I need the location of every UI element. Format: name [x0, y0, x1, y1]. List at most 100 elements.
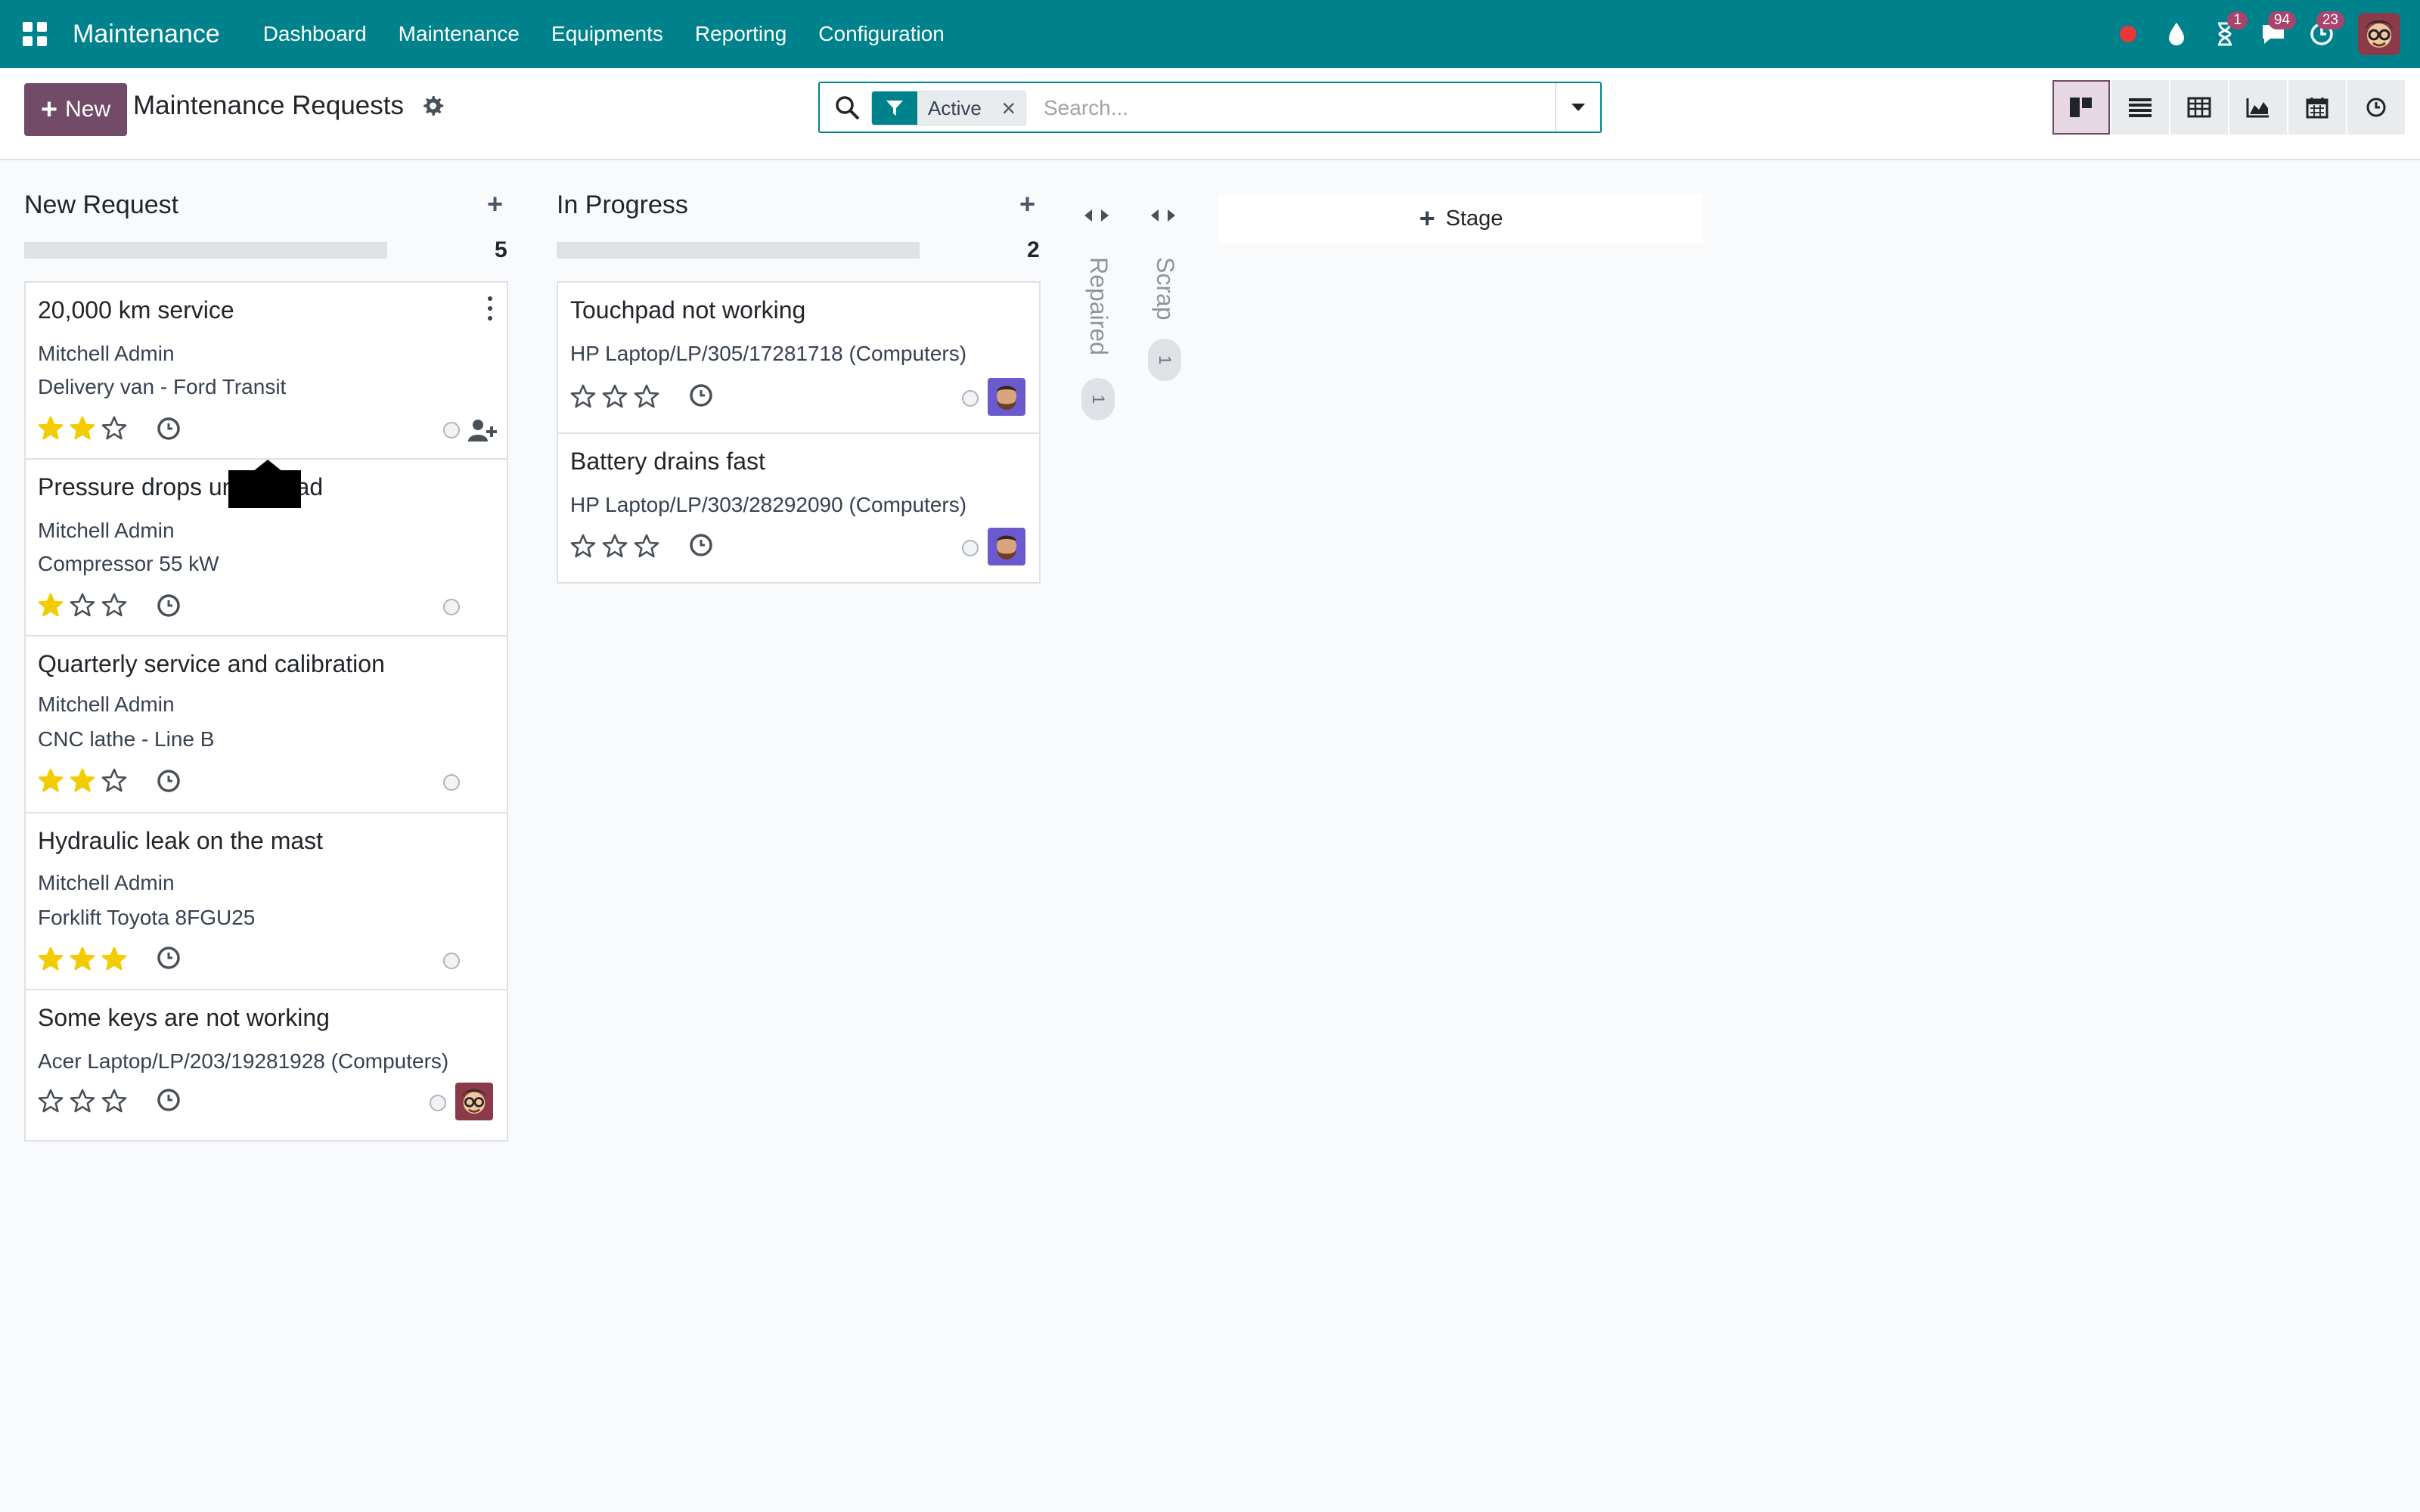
- search-input[interactable]: [1044, 91, 1528, 125]
- column-title[interactable]: In Progress: [557, 191, 688, 220]
- apps-menu-icon[interactable]: [15, 14, 54, 54]
- clock-icon: [2366, 98, 2386, 117]
- star-filled-icon[interactable]: [38, 416, 64, 442]
- search-icon[interactable]: [833, 94, 862, 122]
- new-button-label: New: [65, 97, 111, 122]
- star-empty-icon[interactable]: [70, 1089, 95, 1114]
- card-title: Some keys are not working: [38, 1004, 330, 1031]
- star-filled-icon[interactable]: [38, 768, 64, 794]
- kanban-state-dot[interactable]: [962, 540, 979, 556]
- quick-create-plus-icon[interactable]: +: [487, 191, 503, 218]
- nav-maintenance[interactable]: Maintenance: [383, 22, 535, 46]
- unfold-arrows-icon[interactable]: [1148, 204, 1178, 227]
- assignee-avatar[interactable]: [988, 528, 1025, 565]
- star-empty-icon[interactable]: [101, 768, 127, 794]
- facet-remove-icon[interactable]: ×: [991, 91, 1025, 125]
- card-title: 20,000 km service: [38, 296, 234, 324]
- activity-clock-icon[interactable]: [688, 532, 714, 558]
- kanban-state-dot[interactable]: [443, 422, 460, 438]
- star-filled-icon[interactable]: [70, 947, 95, 972]
- star-filled-icon[interactable]: [70, 416, 95, 442]
- activity-clock-icon[interactable]: [156, 416, 182, 442]
- hourglass-icon[interactable]: 1: [2201, 10, 2249, 58]
- column-progress-bar[interactable]: [24, 242, 387, 259]
- user-avatar[interactable]: [2358, 13, 2400, 55]
- assignee-avatar[interactable]: [988, 378, 1025, 416]
- star-empty-icon[interactable]: [101, 1089, 127, 1114]
- priority-stars: [38, 768, 127, 794]
- kanban-state-dot[interactable]: [443, 953, 460, 969]
- kanban-card[interactable]: Hydraulic leak on the mast Mitchell Admi…: [26, 813, 507, 990]
- kanban-card[interactable]: Some keys are not working Acer Laptop/LP…: [26, 990, 507, 1140]
- kanban-state-dot[interactable]: [430, 1095, 446, 1111]
- star-empty-icon[interactable]: [70, 593, 95, 618]
- priority-stars: [38, 947, 127, 972]
- column-progress-bar[interactable]: [557, 242, 920, 259]
- kanban-card[interactable]: Pressure drops under load Mitchell Admin…: [26, 460, 507, 637]
- kanban-card[interactable]: Battery drains fast HP Laptop/LP/303/282…: [558, 434, 1039, 582]
- activity-view-button[interactable]: [2347, 80, 2405, 135]
- activity-clock-icon[interactable]: [156, 593, 182, 618]
- kanban-icon: [2070, 98, 2092, 117]
- star-empty-icon[interactable]: [570, 534, 596, 559]
- nav-equipments[interactable]: Equipments: [535, 22, 679, 46]
- list-view-button[interactable]: [2111, 80, 2169, 135]
- chat-icon[interactable]: 94: [2249, 10, 2297, 58]
- card-equipment: CNC lathe - Line B: [38, 727, 215, 751]
- unfold-arrows-icon[interactable]: [1081, 204, 1112, 227]
- star-empty-icon[interactable]: [602, 534, 628, 559]
- droplet-icon[interactable]: [2152, 10, 2201, 58]
- star-filled-icon[interactable]: [38, 947, 64, 972]
- pivot-view-button[interactable]: [2170, 80, 2228, 135]
- star-filled-icon[interactable]: [101, 947, 127, 972]
- new-button[interactable]: + New: [24, 83, 127, 136]
- star-empty-icon[interactable]: [634, 384, 659, 410]
- nav-configuration[interactable]: Configuration: [802, 22, 960, 46]
- folded-column-count: 1: [1081, 378, 1115, 420]
- kanban-state-dot[interactable]: [962, 390, 979, 407]
- calendar-view-button[interactable]: [2288, 80, 2346, 135]
- activity-clock-icon[interactable]: [156, 1087, 182, 1113]
- star-empty-icon[interactable]: [570, 384, 596, 410]
- card-title: Battery drains fast: [570, 448, 765, 475]
- record-dot-icon[interactable]: [2104, 10, 2152, 58]
- activity-clock-icon[interactable]: [688, 383, 714, 408]
- star-empty-icon[interactable]: [101, 416, 127, 442]
- kanban-state-dot[interactable]: [443, 599, 460, 615]
- star-filled-icon[interactable]: [38, 593, 64, 618]
- card-menu-icon[interactable]: [486, 296, 495, 321]
- kanban-view-button[interactable]: [2052, 80, 2110, 135]
- plus-icon: +: [40, 94, 58, 125]
- app-brand[interactable]: Maintenance: [73, 20, 220, 49]
- top-navbar: Maintenance Dashboard Maintenance Equipm…: [0, 0, 2420, 68]
- card-title: Touchpad not working: [570, 296, 806, 324]
- assign-user-icon[interactable]: [467, 417, 498, 443]
- gear-icon[interactable]: [420, 94, 445, 118]
- card-technician: Mitchell Admin: [38, 519, 175, 542]
- control-panel: + New Maintenance Requests Active ×: [0, 68, 2420, 160]
- star-empty-icon[interactable]: [602, 384, 628, 410]
- activity-clock-icon[interactable]: [156, 945, 182, 971]
- star-empty-icon[interactable]: [38, 1089, 64, 1114]
- kanban-card[interactable]: Quarterly service and calibration Mitche…: [26, 637, 507, 813]
- kanban-card[interactable]: 20,000 km service Mitchell Admin Deliver…: [26, 283, 507, 460]
- nav-reporting[interactable]: Reporting: [679, 22, 802, 46]
- quick-create-plus-icon[interactable]: +: [1019, 191, 1035, 218]
- nav-dashboard[interactable]: Dashboard: [247, 22, 383, 46]
- kanban-card[interactable]: Touchpad not working HP Laptop/LP/305/17…: [558, 283, 1039, 434]
- priority-stars: [38, 593, 127, 618]
- assignee-avatar[interactable]: [455, 1083, 493, 1120]
- star-filled-icon[interactable]: [70, 768, 95, 794]
- filter-facet[interactable]: Active ×: [871, 91, 1026, 125]
- column-title[interactable]: New Request: [24, 191, 178, 220]
- area-chart-icon: [2246, 98, 2269, 118]
- star-empty-icon[interactable]: [634, 534, 659, 559]
- kanban-state-dot[interactable]: [443, 774, 460, 791]
- folded-column-count: 1: [1148, 339, 1181, 381]
- star-empty-icon[interactable]: [101, 593, 127, 618]
- activity-clock-icon[interactable]: 23: [2297, 10, 2346, 58]
- add-stage-button[interactable]: + Stage: [1219, 194, 1703, 243]
- search-options-toggle[interactable]: [1555, 83, 1600, 132]
- graph-view-button[interactable]: [2229, 80, 2287, 135]
- activity-clock-icon[interactable]: [156, 768, 182, 794]
